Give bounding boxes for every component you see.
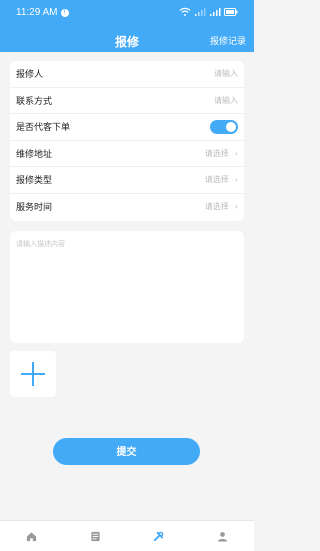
toggle-knob bbox=[226, 121, 236, 132]
reporter-label: 报修人 bbox=[16, 70, 44, 81]
proxy-order-label: 是否代客下单 bbox=[16, 123, 71, 134]
address-select[interactable]: 请选择 bbox=[205, 148, 229, 159]
signal-2-icon bbox=[210, 8, 221, 16]
wifi-icon bbox=[179, 7, 191, 16]
description-textarea[interactable] bbox=[10, 231, 244, 343]
order-icon bbox=[91, 531, 100, 541]
plus-icon-vertical bbox=[32, 362, 34, 386]
address-label: 维修地址 bbox=[16, 149, 53, 160]
proxy-order-toggle[interactable] bbox=[210, 119, 238, 134]
status-bar-time: 11:29 AM ! bbox=[16, 7, 69, 18]
app-header: 11:29 AM ! 报修 报修记录 bbox=[0, 0, 254, 52]
status-bar-icons bbox=[179, 7, 238, 17]
reporter-row[interactable]: 报修人 请输入 bbox=[10, 61, 244, 88]
add-image-button[interactable] bbox=[10, 351, 56, 397]
home-icon bbox=[27, 531, 37, 541]
signal-icon bbox=[195, 8, 206, 16]
service-time-select[interactable]: 请选择 bbox=[205, 201, 229, 212]
bottom-tab-bar bbox=[0, 520, 254, 551]
service-time-label: 服务时间 bbox=[16, 203, 53, 214]
contact-label: 联系方式 bbox=[16, 96, 53, 107]
repair-form-card: 报修人 请输入 联系方式 请输入 是否代客下单 维修地址 请选择 › 报修类型 … bbox=[10, 61, 244, 221]
chevron-right-icon: › bbox=[234, 202, 238, 212]
tab-repair[interactable] bbox=[127, 521, 191, 551]
tab-home[interactable] bbox=[0, 521, 64, 551]
repair-icon bbox=[154, 531, 164, 541]
contact-input[interactable]: 请输入 bbox=[214, 95, 238, 106]
tab-orders[interactable] bbox=[64, 521, 128, 551]
tab-profile[interactable] bbox=[191, 521, 255, 551]
submit-button[interactable]: 提交 bbox=[53, 438, 200, 465]
address-row[interactable]: 维修地址 请选择 › bbox=[10, 141, 244, 167]
description-card bbox=[10, 231, 244, 343]
chevron-right-icon: › bbox=[234, 175, 238, 185]
repair-type-row[interactable]: 报修类型 请选择 › bbox=[10, 167, 244, 194]
user-icon bbox=[217, 531, 227, 542]
chevron-right-icon: › bbox=[234, 148, 238, 158]
service-time-row[interactable]: 服务时间 请选择 › bbox=[10, 194, 244, 221]
reporter-input[interactable]: 请输入 bbox=[214, 68, 238, 79]
battery-icon bbox=[224, 8, 238, 16]
proxy-order-row: 是否代客下单 bbox=[10, 114, 244, 141]
repair-type-label: 报修类型 bbox=[16, 176, 53, 187]
repair-records-link[interactable]: 报修记录 bbox=[210, 34, 246, 47]
notification-dot-icon: ! bbox=[60, 8, 69, 17]
status-time-text: 11:29 AM bbox=[16, 7, 58, 18]
repair-type-select[interactable]: 请选择 bbox=[205, 174, 229, 185]
contact-row[interactable]: 联系方式 请输入 bbox=[10, 88, 244, 114]
